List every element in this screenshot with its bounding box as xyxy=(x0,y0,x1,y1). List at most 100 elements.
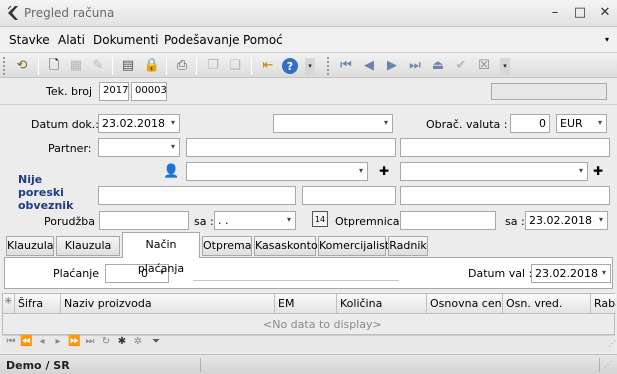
nav-filter-icon[interactable]: ⏷ xyxy=(150,336,162,347)
valuta-amount-field[interactable]: 0 xyxy=(510,114,550,133)
column-header-em[interactable]: EM xyxy=(275,294,337,314)
last-record-icon[interactable]: ⏭ xyxy=(405,56,425,76)
add-contact-icon[interactable]: ✚ xyxy=(379,164,389,178)
column-header-rabat[interactable]: Raba xyxy=(591,294,616,314)
copy-icon[interactable]: ❐ xyxy=(203,56,223,76)
menu-podesavanje[interactable]: Podešavanje xyxy=(164,33,240,47)
number-field[interactable]: 00003 xyxy=(131,82,167,101)
year-field[interactable]: 2017 xyxy=(99,82,129,101)
first-record-icon[interactable]: ⏮ xyxy=(336,56,356,76)
address-field-1[interactable] xyxy=(98,186,296,205)
placanje-label: Plaćanje xyxy=(53,267,100,280)
porudzba-field[interactable] xyxy=(99,211,189,230)
close-button[interactable]: ✕ xyxy=(595,4,615,22)
status-bar: Demo / SR ⋰ xyxy=(0,354,617,374)
nav-next-icon[interactable]: ▸ xyxy=(52,336,64,347)
nav-prev-page-icon[interactable]: ⏪ xyxy=(20,336,32,347)
print-icon[interactable]: ⎙ xyxy=(172,56,192,76)
document-type-dropdown[interactable] xyxy=(273,114,393,133)
tab-komercijalist[interactable]: Komercijalist xyxy=(318,236,389,256)
tek-broj-label: Tek. broj xyxy=(46,85,93,98)
partner-name-field[interactable] xyxy=(186,138,396,157)
toolbar-overflow-button[interactable]: ▾ xyxy=(500,58,510,75)
status-separator xyxy=(599,358,600,372)
menu-stavke[interactable]: Stavke xyxy=(9,33,50,47)
sa-label: sa : xyxy=(194,215,214,228)
help-icon[interactable]: ? xyxy=(280,56,300,76)
column-header-osnovna-cena[interactable]: Osnovna cena xyxy=(427,294,503,314)
nav-prev-icon[interactable]: ◂ xyxy=(36,336,48,347)
toolbar-separator xyxy=(251,57,252,75)
column-header-naziv[interactable]: Naziv proizvoda xyxy=(61,294,275,314)
column-header-osn-vred[interactable]: Osn. vred. xyxy=(503,294,591,314)
status-separator xyxy=(200,358,201,372)
eject-icon[interactable]: ⏏ xyxy=(428,56,448,76)
toolbar-grip[interactable] xyxy=(3,57,6,75)
nav-next-page-icon[interactable]: ⏩ xyxy=(68,336,80,347)
nav-refresh-icon[interactable]: ↻ xyxy=(100,336,112,347)
empty-grid-message: <No data to display> xyxy=(263,318,382,331)
cancel-icon[interactable]: ☒ xyxy=(474,56,494,76)
grid-resize-grip-icon[interactable]: ⋰ xyxy=(608,339,616,348)
otpremnica-date-field[interactable]: 23.02.2018 xyxy=(525,211,608,230)
otpremnica-field[interactable] xyxy=(400,211,496,230)
toolbar: ⟲ 🗋 ▦ ✎ ▤ 🔒 ⎙ ❐ ❏ ⇤ ? ▾ ⏮ ◀ ▶ ⏭ ⏏ ✔ ☒ ▾ xyxy=(0,52,617,78)
grid-icon[interactable]: ▦ xyxy=(66,56,86,76)
partner-code-dropdown[interactable] xyxy=(98,138,180,157)
new-document-icon[interactable]: 🗋 xyxy=(44,56,64,76)
confirm-icon[interactable]: ✔ xyxy=(451,56,471,76)
partner-label: Partner: xyxy=(48,142,92,155)
nav-last-icon[interactable]: ⏭ xyxy=(84,336,96,347)
column-header-kolicina[interactable]: Količina xyxy=(337,294,427,314)
contact-dropdown[interactable] xyxy=(186,162,368,181)
status-text: Demo / SR xyxy=(6,359,70,372)
datum-dok-field[interactable]: 23.02.2018 xyxy=(98,114,180,133)
tab-klauzula[interactable]: Klauzula xyxy=(6,236,54,256)
minimize-button[interactable]: – xyxy=(545,4,565,22)
exit-icon[interactable]: ⇤ xyxy=(258,56,278,76)
column-header-sifra[interactable]: Šifra xyxy=(15,294,61,314)
location-dropdown[interactable] xyxy=(400,162,588,181)
grid-row-indicator-icon[interactable]: ✳ xyxy=(3,294,15,314)
nav-delete-icon[interactable]: ✲ xyxy=(132,336,144,347)
add-location-icon[interactable]: ✚ xyxy=(593,164,603,178)
toolbar-overflow-button[interactable]: ▾ xyxy=(305,58,315,75)
next-record-icon[interactable]: ▶ xyxy=(382,56,402,76)
tax-status-text: Nije poreski obveznik xyxy=(18,173,74,212)
items-grid: ✳ Šifra Naziv proizvoda EM Količina Osno… xyxy=(2,293,616,335)
contact-person-icon[interactable]: 👤 xyxy=(163,164,179,179)
calendar-icon[interactable]: 14 xyxy=(312,211,328,227)
paste-icon[interactable]: ❏ xyxy=(225,56,245,76)
nav-insert-icon[interactable]: ✱ xyxy=(116,336,128,347)
info-field xyxy=(491,83,607,100)
datum-val-label: Datum val : xyxy=(468,267,533,280)
svg-text:?: ? xyxy=(287,60,293,73)
nav-first-icon[interactable]: ⏮ xyxy=(5,336,17,347)
menu-dokumenti[interactable]: Dokumenti xyxy=(93,33,158,47)
edit-icon[interactable]: ✎ xyxy=(88,56,108,76)
toolbar-grip[interactable] xyxy=(327,57,330,75)
previous-record-icon[interactable]: ◀ xyxy=(359,56,379,76)
toolbar-separator xyxy=(112,57,113,75)
address-field-2[interactable] xyxy=(302,186,396,205)
archive-icon[interactable]: ▤ xyxy=(118,56,138,76)
tab-radnik[interactable]: Radnik xyxy=(388,236,428,256)
tab-nacin-placanja[interactable]: Način plaćanja xyxy=(122,232,200,275)
window-resize-grip-icon[interactable]: ⋰ xyxy=(604,360,612,369)
tab-otprema[interactable]: Otprema xyxy=(202,236,252,256)
refresh-icon[interactable]: ⟲ xyxy=(12,56,32,76)
lock-icon[interactable]: 🔒 xyxy=(142,56,162,76)
datum-val-field[interactable]: 23.02.2018 xyxy=(531,264,611,283)
menu-overflow-button[interactable]: ▾ xyxy=(605,35,609,44)
maximize-button[interactable]: □ xyxy=(570,4,590,22)
address-field-3[interactable] xyxy=(400,186,610,205)
tab-klauzula-2[interactable]: Klauzula #2 xyxy=(56,236,120,270)
porudzba-date-field[interactable]: . . xyxy=(214,211,296,230)
toolbar-separator xyxy=(196,57,197,75)
menu-alati[interactable]: Alati xyxy=(58,33,85,47)
tab-kasaskonto[interactable]: Kasaskonto xyxy=(254,236,318,256)
currency-dropdown[interactable]: EUR xyxy=(556,114,607,133)
payment-description-line xyxy=(193,280,399,281)
menu-pomoc[interactable]: Pomoć xyxy=(243,33,283,47)
partner-address-field[interactable] xyxy=(400,138,610,157)
